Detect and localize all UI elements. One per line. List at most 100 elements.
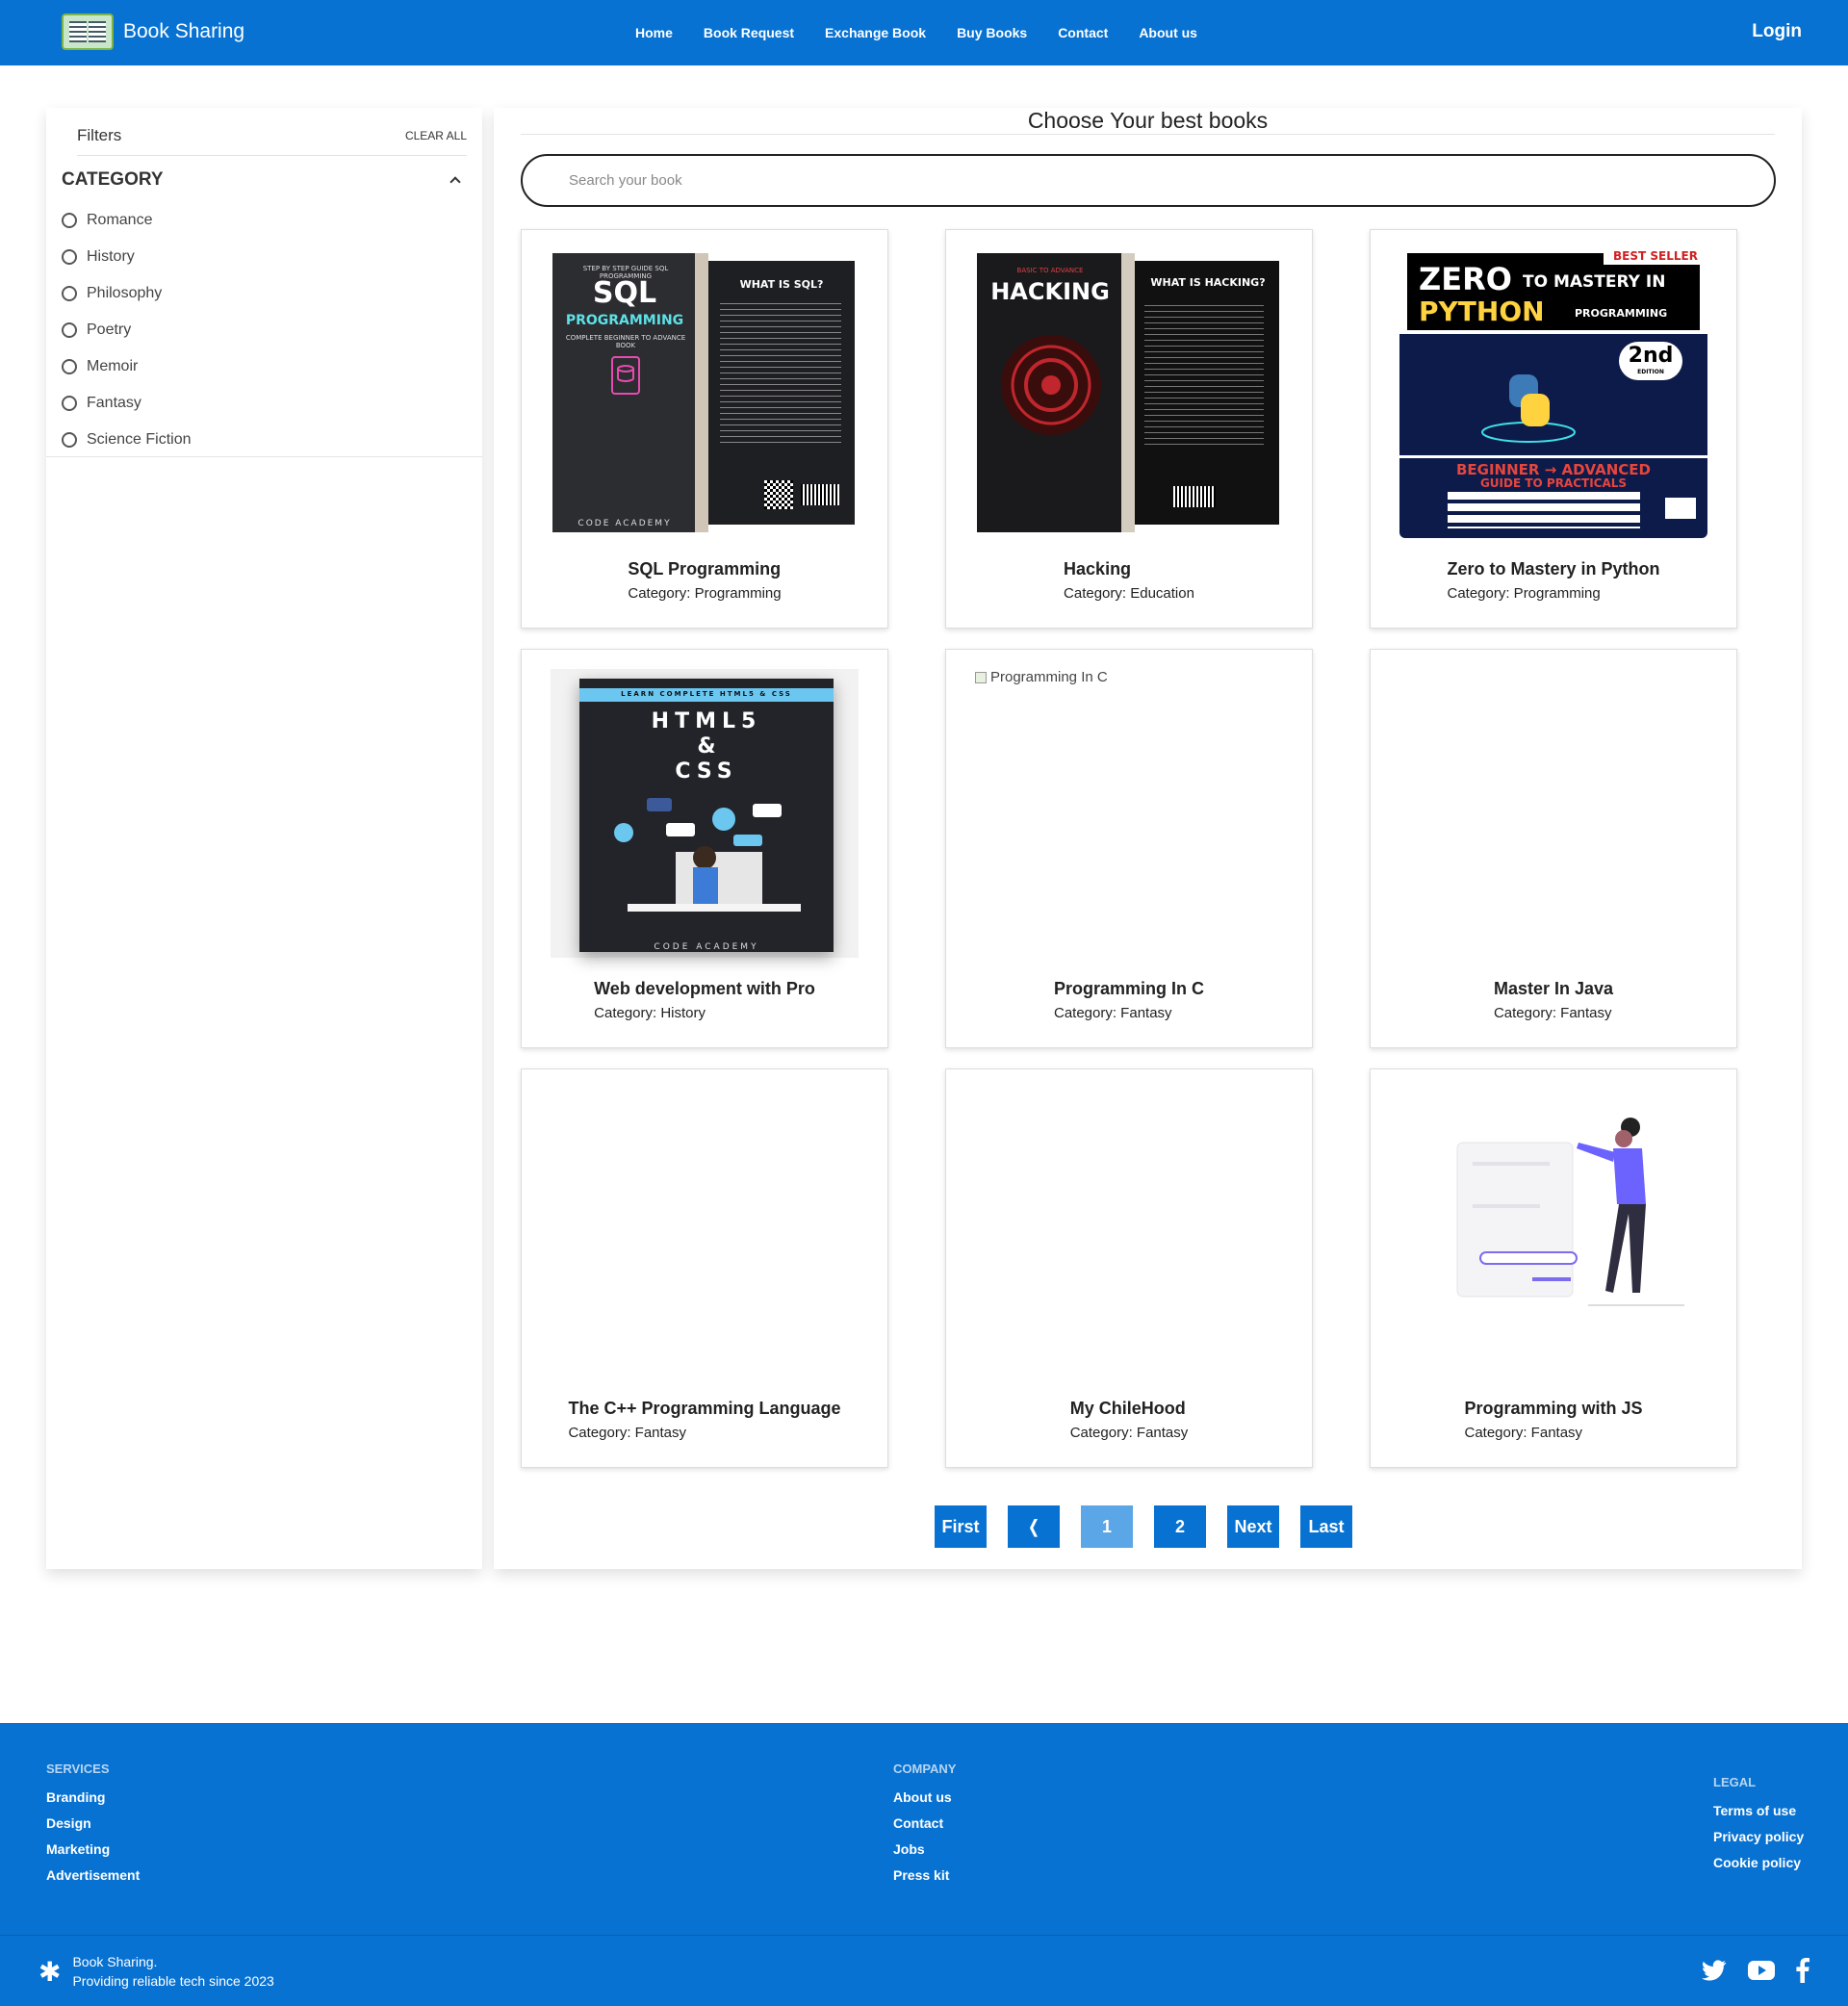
category-option-poetry[interactable]: Poetry (62, 312, 482, 348)
search-input[interactable] (521, 154, 1776, 207)
book-cover-hacking[interactable]: BASIC TO ADVANCE HACKING WHAT IS HACKING… (975, 249, 1283, 538)
book-card[interactable]: BASIC TO ADVANCE HACKING WHAT IS HACKING… (945, 229, 1313, 629)
footer-link-branding[interactable]: Branding (46, 1789, 140, 1805)
category-option-philosophy[interactable]: Philosophy (62, 275, 482, 312)
category-header[interactable]: CATEGORY (62, 158, 467, 202)
nav-about-us[interactable]: About us (1139, 25, 1197, 40)
radio-icon[interactable] (62, 359, 77, 374)
database-icon (611, 356, 640, 395)
footer-link-marketing[interactable]: Marketing (46, 1841, 140, 1857)
nav-exchange-book[interactable]: Exchange Book (825, 25, 926, 40)
book-card[interactable]: Master In Java Category: Fantasy (1370, 649, 1737, 1048)
book-card[interactable]: BEST SELLER ZERO TO MASTERY IN PYTHON PR… (1370, 229, 1737, 629)
barcode-icon (1173, 486, 1216, 507)
clear-all-button[interactable]: CLEAR ALL (405, 129, 467, 142)
footer-link-privacy[interactable]: Privacy policy (1713, 1829, 1804, 1844)
book-card[interactable]: My ChileHood Category: Fantasy (945, 1068, 1313, 1468)
category-label: Memoir (87, 358, 139, 374)
developer-illustration-icon (614, 798, 801, 912)
book-cover-empty[interactable] (975, 1089, 1283, 1377)
page-next-button[interactable]: Next (1227, 1505, 1279, 1548)
brand[interactable]: Book Sharing (62, 13, 244, 50)
facebook-icon[interactable] (1796, 1958, 1810, 1983)
nav-contact[interactable]: Contact (1058, 25, 1108, 40)
book-cover-illustration[interactable] (1399, 1089, 1707, 1377)
book-cover-html[interactable]: LEARN COMPLETE HTML5 & CSS HTML5 & CSS C… (551, 669, 859, 958)
woman-reading-illustration-icon (1456, 1118, 1684, 1306)
book-title[interactable]: The C++ Programming Language (568, 1399, 840, 1419)
category-option-history[interactable]: History (62, 239, 482, 275)
book-title[interactable]: Zero to Mastery in Python (1447, 559, 1659, 579)
book-category: Category: Programming (1447, 585, 1601, 602)
book-title[interactable]: Web development with Pro (594, 979, 815, 999)
page-title: Choose Your best books (521, 108, 1775, 135)
footer-heading: LEGAL (1713, 1775, 1757, 1789)
cover-spine (695, 253, 708, 532)
nav-buy-books[interactable]: Buy Books (957, 25, 1027, 40)
page-2-button[interactable]: 2 (1154, 1505, 1206, 1548)
book-category: Category: Programming (628, 585, 782, 602)
footer-link-terms[interactable]: Terms of use (1713, 1803, 1804, 1818)
book-title[interactable]: SQL Programming (628, 559, 781, 579)
book-cover-broken[interactable]: Programming In C (975, 669, 1283, 958)
book-title[interactable]: Hacking (1064, 559, 1131, 579)
book-logo-icon (62, 13, 114, 50)
book-card[interactable]: Programming with JS Category: Fantasy (1370, 1068, 1737, 1468)
book-title[interactable]: Master In Java (1494, 979, 1613, 999)
page-1-button[interactable]: 1 (1081, 1505, 1133, 1548)
category-option-fantasy[interactable]: Fantasy (62, 385, 482, 422)
page-last-button[interactable]: Last (1300, 1505, 1352, 1548)
filters-title: Filters (77, 125, 122, 144)
radio-icon[interactable] (62, 432, 77, 448)
twitter-icon[interactable] (1702, 1960, 1727, 1981)
footer-link-advertisement[interactable]: Advertisement (46, 1867, 140, 1883)
cover-publisher: CODE ACADEMY (654, 942, 759, 952)
book-title[interactable]: My ChileHood (1070, 1399, 1186, 1419)
book-title[interactable]: Programming with JS (1464, 1399, 1642, 1419)
gear-icon: ✱ (38, 1956, 62, 1987)
footer-link-about-us[interactable]: About us (893, 1789, 956, 1805)
nav-book-request[interactable]: Book Request (704, 25, 794, 40)
publisher-logo-icon (1665, 498, 1696, 519)
radio-icon[interactable] (62, 249, 77, 265)
page-first-button[interactable]: First (935, 1505, 987, 1548)
book-cover-empty[interactable] (1399, 669, 1707, 958)
page-prev-button[interactable]: ❬ (1008, 1505, 1060, 1548)
category-option-romance[interactable]: Romance (62, 202, 482, 239)
book-category: Category: Fantasy (568, 1425, 687, 1441)
cover-title: SQL (592, 276, 657, 310)
broken-image: Programming In C (975, 669, 1283, 685)
book-cover-sql[interactable]: STEP BY STEP GUIDE SQL PROGRAMMING SQL P… (551, 249, 859, 538)
radio-icon[interactable] (62, 286, 77, 301)
category-option-memoir[interactable]: Memoir (62, 348, 482, 385)
book-card[interactable]: LEARN COMPLETE HTML5 & CSS HTML5 & CSS C… (521, 649, 888, 1048)
footer-link-design[interactable]: Design (46, 1815, 140, 1831)
book-card[interactable]: Programming In C Programming In C Catego… (945, 649, 1313, 1048)
radio-icon[interactable] (62, 322, 77, 338)
radio-icon[interactable] (62, 396, 77, 411)
cover-sub: COMPLETE BEGINNER TO ADVANCE BOOK (565, 334, 686, 349)
chevron-up-icon[interactable] (449, 176, 461, 188)
pagination: First ❬ 1 2 Next Last (935, 1505, 1352, 1548)
footer-link-cookie[interactable]: Cookie policy (1713, 1855, 1804, 1870)
category-list: Romance History Philosophy Poetry Memoir… (62, 202, 482, 458)
category-option-science-fiction[interactable]: Science Fiction (62, 422, 482, 458)
book-card[interactable]: The C++ Programming Language Category: F… (521, 1068, 888, 1468)
book-title[interactable]: Programming In C (1054, 979, 1204, 999)
cover-spine (1121, 253, 1135, 532)
cover-back-title: WHAT IS HACKING? (1150, 276, 1266, 289)
youtube-icon[interactable] (1748, 1961, 1775, 1980)
cover-back-title: WHAT IS SQL? (739, 278, 824, 291)
radio-icon[interactable] (62, 213, 77, 228)
login-button[interactable]: Login (1752, 21, 1802, 42)
book-cover-python[interactable]: BEST SELLER ZERO TO MASTERY IN PYTHON PR… (1399, 249, 1707, 538)
filters-sidebar: Filters CLEAR ALL CATEGORY Romance Histo… (46, 108, 482, 1569)
book-card[interactable]: STEP BY STEP GUIDE SQL PROGRAMMING SQL P… (521, 229, 888, 629)
footer-link-press-kit[interactable]: Press kit (893, 1867, 956, 1883)
nav-home[interactable]: Home (635, 25, 673, 40)
footer-link-contact[interactable]: Contact (893, 1815, 956, 1831)
footer-link-jobs[interactable]: Jobs (893, 1841, 956, 1857)
cover-tag: LEARN COMPLETE HTML5 & CSS (621, 690, 792, 698)
book-cover-empty[interactable] (551, 1089, 859, 1377)
skull-ornament-icon (1001, 335, 1101, 435)
